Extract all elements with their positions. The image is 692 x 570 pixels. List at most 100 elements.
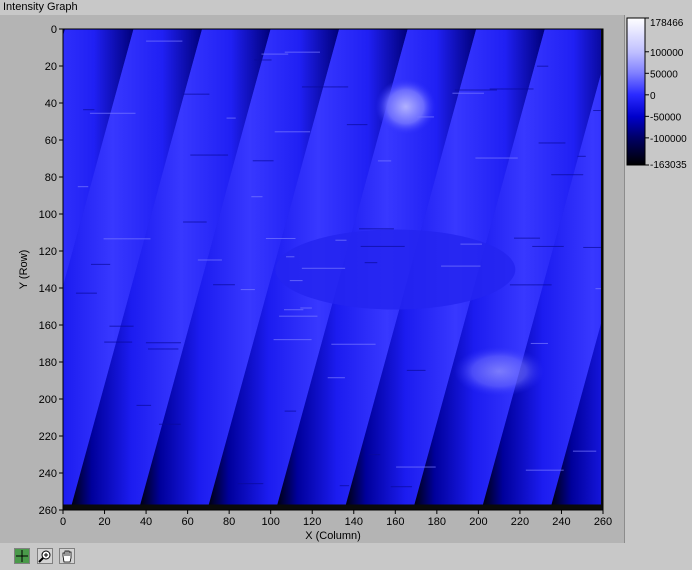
heatmap-streak [536,65,549,67]
heatmap-streak [254,59,272,61]
crosshair-icon [15,549,29,563]
graph-palette [0,543,692,570]
heatmap-streak [377,160,392,162]
heatmap-streak [368,454,381,456]
heatmap-streak [265,237,296,239]
heatmap-streak [83,109,95,111]
color-scale-panel: 178466 100000 50000 0 -50000 -100000 -163035 [625,15,692,171]
heatmap-streak [104,341,133,343]
hand-icon [62,550,72,563]
heatmap-streak [583,246,601,248]
heatmap-streak [89,112,136,114]
heatmap-streak [532,245,564,247]
heatmap-streak [452,92,484,94]
x-tick-label: 100 [262,516,280,528]
heatmap-streak [396,466,436,468]
heatmap-bright-patch [454,346,545,397]
y-tick-label: 220 [39,431,57,443]
heatmap-streak [261,53,289,55]
heatmap-streak [514,237,541,239]
y-tick-label: 40 [45,98,57,110]
heatmap-streak [190,154,229,156]
heatmap-streak [77,186,89,188]
heatmap-streak [530,342,548,344]
heatmap-streak [273,339,312,341]
heatmap-streak [283,309,304,311]
heatmap-streak [572,450,597,452]
color-scale-tick-label: -100000 [650,134,687,145]
heatmap-streak [593,110,601,112]
heatmap-streak [364,262,378,264]
x-tick-label: 260 [594,516,612,528]
x-tick-label: 0 [60,516,66,528]
heatmap-streak [147,348,179,350]
y-tick-label: 160 [39,320,57,332]
heatmap-streak [279,315,318,317]
color-scale: 178466 100000 50000 0 -50000 -100000 -163035 [626,17,687,171]
heatmap-flat-band [275,229,516,310]
heatmap-streak [339,485,350,487]
magnifier-icon [38,550,51,563]
x-tick-label: 240 [552,516,570,528]
zoom-tool-button[interactable] [37,548,53,564]
x-axis-label: X (Column) [305,530,361,542]
heatmap-stripe [620,29,624,504]
cursor-tool-button[interactable] [14,548,30,564]
heatmap-streak [284,51,321,53]
y-tick-label: 240 [39,468,57,480]
heatmap-streak [359,228,394,230]
x-tick-label: 120 [303,516,321,528]
y-axis-label: Y (Row) [18,250,30,290]
heatmap-bright-spot [375,78,436,135]
heatmap-streak [274,131,311,133]
x-tick-label: 160 [386,516,404,528]
color-scale-tick-label: 0 [650,91,656,102]
heatmap-streak [331,343,376,345]
heatmap-streak [301,86,349,88]
pan-tool-button[interactable] [59,548,75,564]
y-tick-label: 80 [45,172,57,184]
y-tick-label: 260 [39,505,57,517]
heatmap-streak [109,325,134,327]
x-tick-label: 220 [511,516,529,528]
heatmap-streak [90,263,111,265]
color-scale-tick-label: 50000 [650,69,678,80]
heatmap-streak [103,238,151,240]
x-tick-label: 180 [428,516,446,528]
heatmap-streak [300,307,312,309]
y-tick-label: 0 [51,24,57,36]
heatmap-streak [197,259,222,261]
heatmap-streak [183,93,210,95]
heatmap-streak [289,280,303,282]
x-tick-label: 200 [469,516,487,528]
color-scale-bar [626,17,646,166]
heatmap-streak [301,267,346,269]
heatmap-streak [136,404,152,406]
heatmap-streak [240,289,255,291]
heatmap-streak [213,284,235,286]
x-tick-label: 60 [181,516,193,528]
heatmap-streak [595,288,601,290]
x-tick-label: 20 [98,516,110,528]
heatmap-streak [460,243,482,245]
y-tick-label: 200 [39,394,57,406]
intensity-plot[interactable]: 0 20 40 60 80 100 120 140 160 180 200 220 240 2600204… [0,0,624,543]
y-tick-label: 140 [39,283,57,295]
heatmap-streak [416,116,435,118]
color-scale-tick-label: -163035 [650,160,687,170]
y-tick-label: 20 [45,61,57,73]
heatmap-streak [327,377,345,379]
heatmap-streak [237,483,264,485]
y-tick-label: 120 [39,246,57,258]
heatmap-streak [284,410,297,412]
heatmap-streak [286,256,295,258]
heatmap-streak [509,284,552,286]
heatmap-streak [335,239,347,241]
heatmap-streak [577,155,586,157]
heatmap-streak [75,292,97,294]
y-tick-label: 100 [39,209,57,221]
heatmap-streak [146,40,183,42]
x-tick-label: 140 [345,516,363,528]
color-scale-tick-label: -50000 [650,112,682,123]
heatmap-streak [551,174,584,176]
